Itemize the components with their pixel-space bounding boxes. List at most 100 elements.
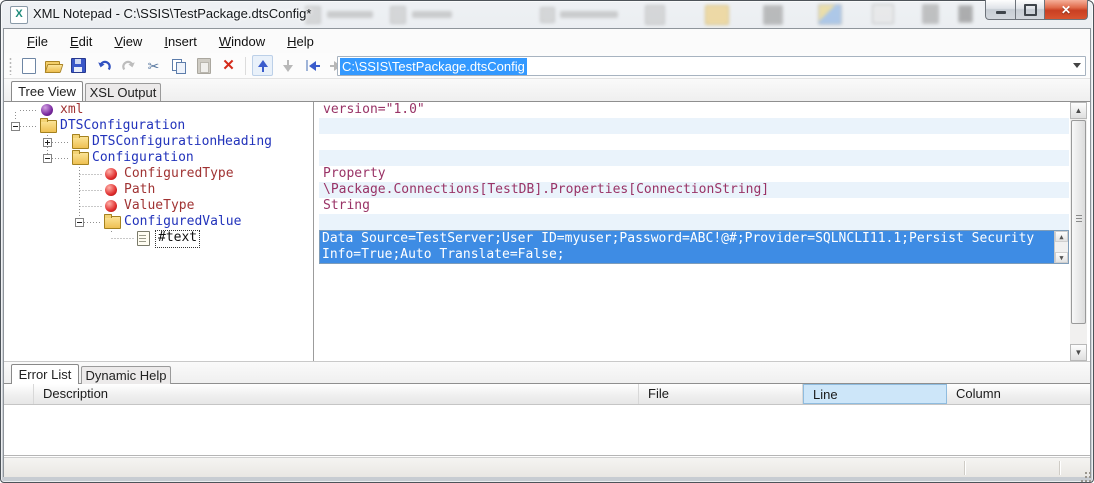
tree-node-configuredvalue[interactable]: ConfiguredValue xyxy=(4,214,313,230)
menu-edit[interactable]: Edit xyxy=(59,31,103,52)
row-stripe xyxy=(319,150,1069,166)
status-bar xyxy=(4,457,1090,477)
view-tabstrip: Tree View XSL Output xyxy=(4,79,1090,101)
row-stripe xyxy=(319,118,1069,134)
window-title: XML Notepad - C:\SSIS\TestPackage.dtsCon… xyxy=(33,6,312,21)
tree-node-dtsconfiguration[interactable]: DTSConfiguration xyxy=(4,118,313,134)
collapse-expander-icon[interactable] xyxy=(75,218,84,227)
background-artifact xyxy=(645,5,665,25)
background-artifact xyxy=(560,11,618,18)
open-file-button[interactable] xyxy=(41,55,66,77)
minimize-button[interactable] xyxy=(985,0,1016,20)
statusbar-separator xyxy=(1059,461,1060,475)
tree-node-valuetype[interactable]: ValueType xyxy=(4,198,313,214)
folder-icon xyxy=(40,118,57,133)
dropdown-arrow-icon[interactable] xyxy=(1073,63,1081,68)
background-artifact xyxy=(763,5,783,25)
processing-instruction-icon xyxy=(41,104,53,116)
attribute-icon xyxy=(105,168,117,180)
column-header-file[interactable]: File xyxy=(639,384,803,404)
tree-node-xml[interactable]: xml xyxy=(4,102,313,118)
scrollbar-thumb[interactable] xyxy=(1071,120,1086,324)
client-area: File Edit View Insert Window Help ✂ ✕ C:… xyxy=(3,28,1091,477)
main-panel: xml DTSConfiguration DTSConfigurationHea… xyxy=(4,101,1090,361)
xml-notepad-window: X XML Notepad - C:\SSIS\TestPackage.dtsC… xyxy=(0,0,1094,483)
column-header-line[interactable]: Line xyxy=(803,384,947,404)
tab-dynamic-help[interactable]: Dynamic Help xyxy=(81,366,171,384)
save-floppy-icon xyxy=(71,58,86,73)
address-combobox[interactable]: C:\SSIS\TestPackage.dtsConfig xyxy=(337,56,1086,76)
background-artifact xyxy=(958,5,973,23)
open-folder-icon xyxy=(44,59,64,73)
toolbar-grip[interactable] xyxy=(9,56,12,75)
collapse-expander-icon[interactable] xyxy=(43,154,52,163)
close-button[interactable]: ✕ xyxy=(1045,0,1088,20)
nudge-left-button[interactable] xyxy=(300,55,325,77)
node-value-pane[interactable]: version="1.0" Property \Package.Connecti… xyxy=(319,102,1069,361)
value-xml-declaration[interactable]: version="1.0" xyxy=(323,102,425,118)
menu-view[interactable]: View xyxy=(103,31,153,52)
statusbar-separator xyxy=(964,461,965,475)
editor-scrollbar[interactable]: ▲ ▼ xyxy=(1054,231,1068,263)
scroll-down-button[interactable]: ▼ xyxy=(1070,344,1087,361)
scroll-down-icon[interactable]: ▼ xyxy=(1055,252,1068,263)
menu-window[interactable]: Window xyxy=(208,31,276,52)
undo-button[interactable] xyxy=(91,55,116,77)
error-list-body[interactable] xyxy=(4,405,1090,456)
value-configuredtype[interactable]: Property xyxy=(323,166,386,182)
collapse-expander-icon[interactable] xyxy=(11,122,20,131)
copy-button[interactable] xyxy=(166,55,191,77)
menu-help[interactable]: Help xyxy=(276,31,325,52)
value-valuetype[interactable]: String xyxy=(323,198,370,214)
tree-node-text[interactable]: #text xyxy=(4,230,313,248)
value-path[interactable]: \Package.Connections[TestDB].Properties[… xyxy=(323,182,769,198)
error-list-header: Description File Line Column xyxy=(4,383,1090,405)
scroll-up-button[interactable]: ▲ xyxy=(1070,102,1087,119)
cut-button[interactable]: ✂ xyxy=(141,55,166,77)
background-artifact xyxy=(390,6,406,24)
text-node-icon xyxy=(137,231,150,246)
row-stripe xyxy=(319,214,1069,230)
column-header-icon[interactable] xyxy=(4,384,34,404)
tree-node-dtsconfigurationheading[interactable]: DTSConfigurationHeading xyxy=(4,134,313,150)
nudge-up-button[interactable] xyxy=(250,55,275,77)
attribute-icon xyxy=(105,200,117,212)
delete-button[interactable]: ✕ xyxy=(216,55,241,77)
nudge-down-button[interactable] xyxy=(275,55,300,77)
background-artifact xyxy=(818,4,842,25)
inline-value-editor[interactable]: Data Source=TestServer;User ID=myuser;Pa… xyxy=(319,230,1069,264)
column-header-description[interactable]: Description xyxy=(34,384,639,404)
resize-grip-icon[interactable] xyxy=(1085,472,1087,474)
menu-insert[interactable]: Insert xyxy=(153,31,208,52)
attribute-icon xyxy=(105,184,117,196)
tab-xsl-output[interactable]: XSL Output xyxy=(85,83,161,101)
folder-icon xyxy=(104,214,121,229)
new-document-icon xyxy=(21,57,36,74)
menu-file[interactable]: File xyxy=(16,31,59,52)
new-document-button[interactable] xyxy=(16,55,41,77)
tab-tree-view[interactable]: Tree View xyxy=(11,81,83,101)
scroll-up-icon[interactable]: ▲ xyxy=(1055,231,1068,242)
column-header-column[interactable]: Column xyxy=(947,384,1090,404)
background-artifact xyxy=(412,11,452,18)
maximize-icon xyxy=(1023,3,1037,16)
tree-node-configuredtype[interactable]: ConfiguredType xyxy=(4,166,313,182)
save-button[interactable] xyxy=(66,55,91,77)
tab-error-list[interactable]: Error List xyxy=(11,364,79,384)
vertical-scrollbar[interactable]: ▲ ▼ xyxy=(1070,102,1087,361)
xml-tree-view[interactable]: xml DTSConfiguration DTSConfigurationHea… xyxy=(4,102,313,361)
title-bar[interactable]: X XML Notepad - C:\SSIS\TestPackage.dtsC… xyxy=(0,0,1094,28)
nudge-left-icon xyxy=(305,60,320,71)
window-controls: ✕ xyxy=(985,0,1088,20)
background-artifact xyxy=(705,5,729,25)
background-artifact xyxy=(327,11,373,18)
cut-scissors-icon: ✂ xyxy=(147,57,160,74)
paste-button[interactable] xyxy=(191,55,216,77)
tree-node-configuration[interactable]: Configuration xyxy=(4,150,313,166)
tree-node-path[interactable]: Path xyxy=(4,182,313,198)
expand-expander-icon[interactable] xyxy=(43,138,52,147)
folder-icon xyxy=(72,150,89,165)
undo-icon xyxy=(97,60,111,70)
maximize-button[interactable] xyxy=(1016,0,1045,20)
redo-button[interactable] xyxy=(116,55,141,77)
